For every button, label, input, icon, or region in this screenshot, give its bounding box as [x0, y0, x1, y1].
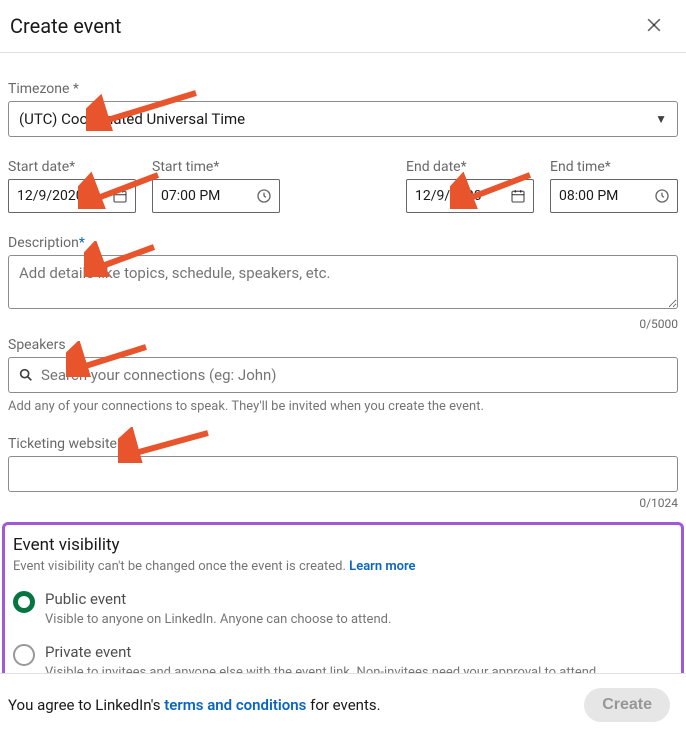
- terms-link[interactable]: terms and conditions: [164, 696, 306, 714]
- modal-title: Create event: [10, 14, 121, 38]
- speakers-label: Speakers: [8, 337, 678, 353]
- ticketing-label: Ticketing website: [8, 436, 678, 452]
- timezone-label: Timezone *: [8, 81, 678, 97]
- close-icon: [644, 15, 664, 38]
- end-date-label: End date*: [406, 159, 534, 175]
- modal-body: For LinkedIn Live, link is … 0/1024 Time…: [0, 53, 686, 673]
- visibility-title: Event visibility: [13, 535, 673, 555]
- description-counter: 0/5000: [8, 317, 678, 331]
- timezone-value: (UTC) Coordinated Universal Time: [19, 110, 245, 128]
- description-textarea[interactable]: [8, 255, 678, 309]
- modal-header: Create event: [0, 0, 686, 53]
- visibility-option-private[interactable]: Private event Visible to invitees and an…: [13, 643, 673, 673]
- start-date-label: Start date*: [8, 159, 136, 175]
- close-button[interactable]: [638, 10, 670, 42]
- ticketing-counter: 0/1024: [8, 496, 678, 510]
- speakers-helper: Add any of your connections to speak. Th…: [8, 399, 678, 414]
- create-button[interactable]: Create: [584, 688, 670, 722]
- event-visibility-section: Event visibility Event visibility can't …: [2, 522, 684, 673]
- previous-field-truncated: For LinkedIn Live, link is … 0/1024: [8, 53, 678, 59]
- modal-footer: You agree to LinkedIn's terms and condit…: [0, 673, 686, 736]
- search-icon: [18, 367, 34, 383]
- ticketing-input[interactable]: [8, 456, 678, 492]
- timezone-select[interactable]: (UTC) Coordinated Universal Time ▼: [8, 101, 678, 137]
- visibility-subtitle: Event visibility can't be changed once t…: [13, 559, 673, 574]
- radio-unselected-icon[interactable]: [13, 644, 35, 666]
- visibility-option-public[interactable]: Public event Visible to anyone on Linked…: [13, 590, 673, 627]
- caret-down-icon: ▼: [655, 112, 667, 126]
- start-date-input[interactable]: [8, 179, 136, 213]
- start-time-input[interactable]: [152, 179, 280, 213]
- footer-agreement-text: You agree to LinkedIn's terms and condit…: [8, 696, 381, 714]
- start-time-label: Start time*: [152, 159, 280, 175]
- end-time-input[interactable]: [550, 179, 678, 213]
- end-date-input[interactable]: [406, 179, 534, 213]
- end-time-label: End time*: [550, 159, 678, 175]
- radio-selected-icon[interactable]: [13, 591, 35, 613]
- learn-more-link[interactable]: Learn more: [349, 559, 415, 574]
- description-label: Description*: [8, 235, 678, 251]
- speakers-search-input[interactable]: [8, 357, 678, 393]
